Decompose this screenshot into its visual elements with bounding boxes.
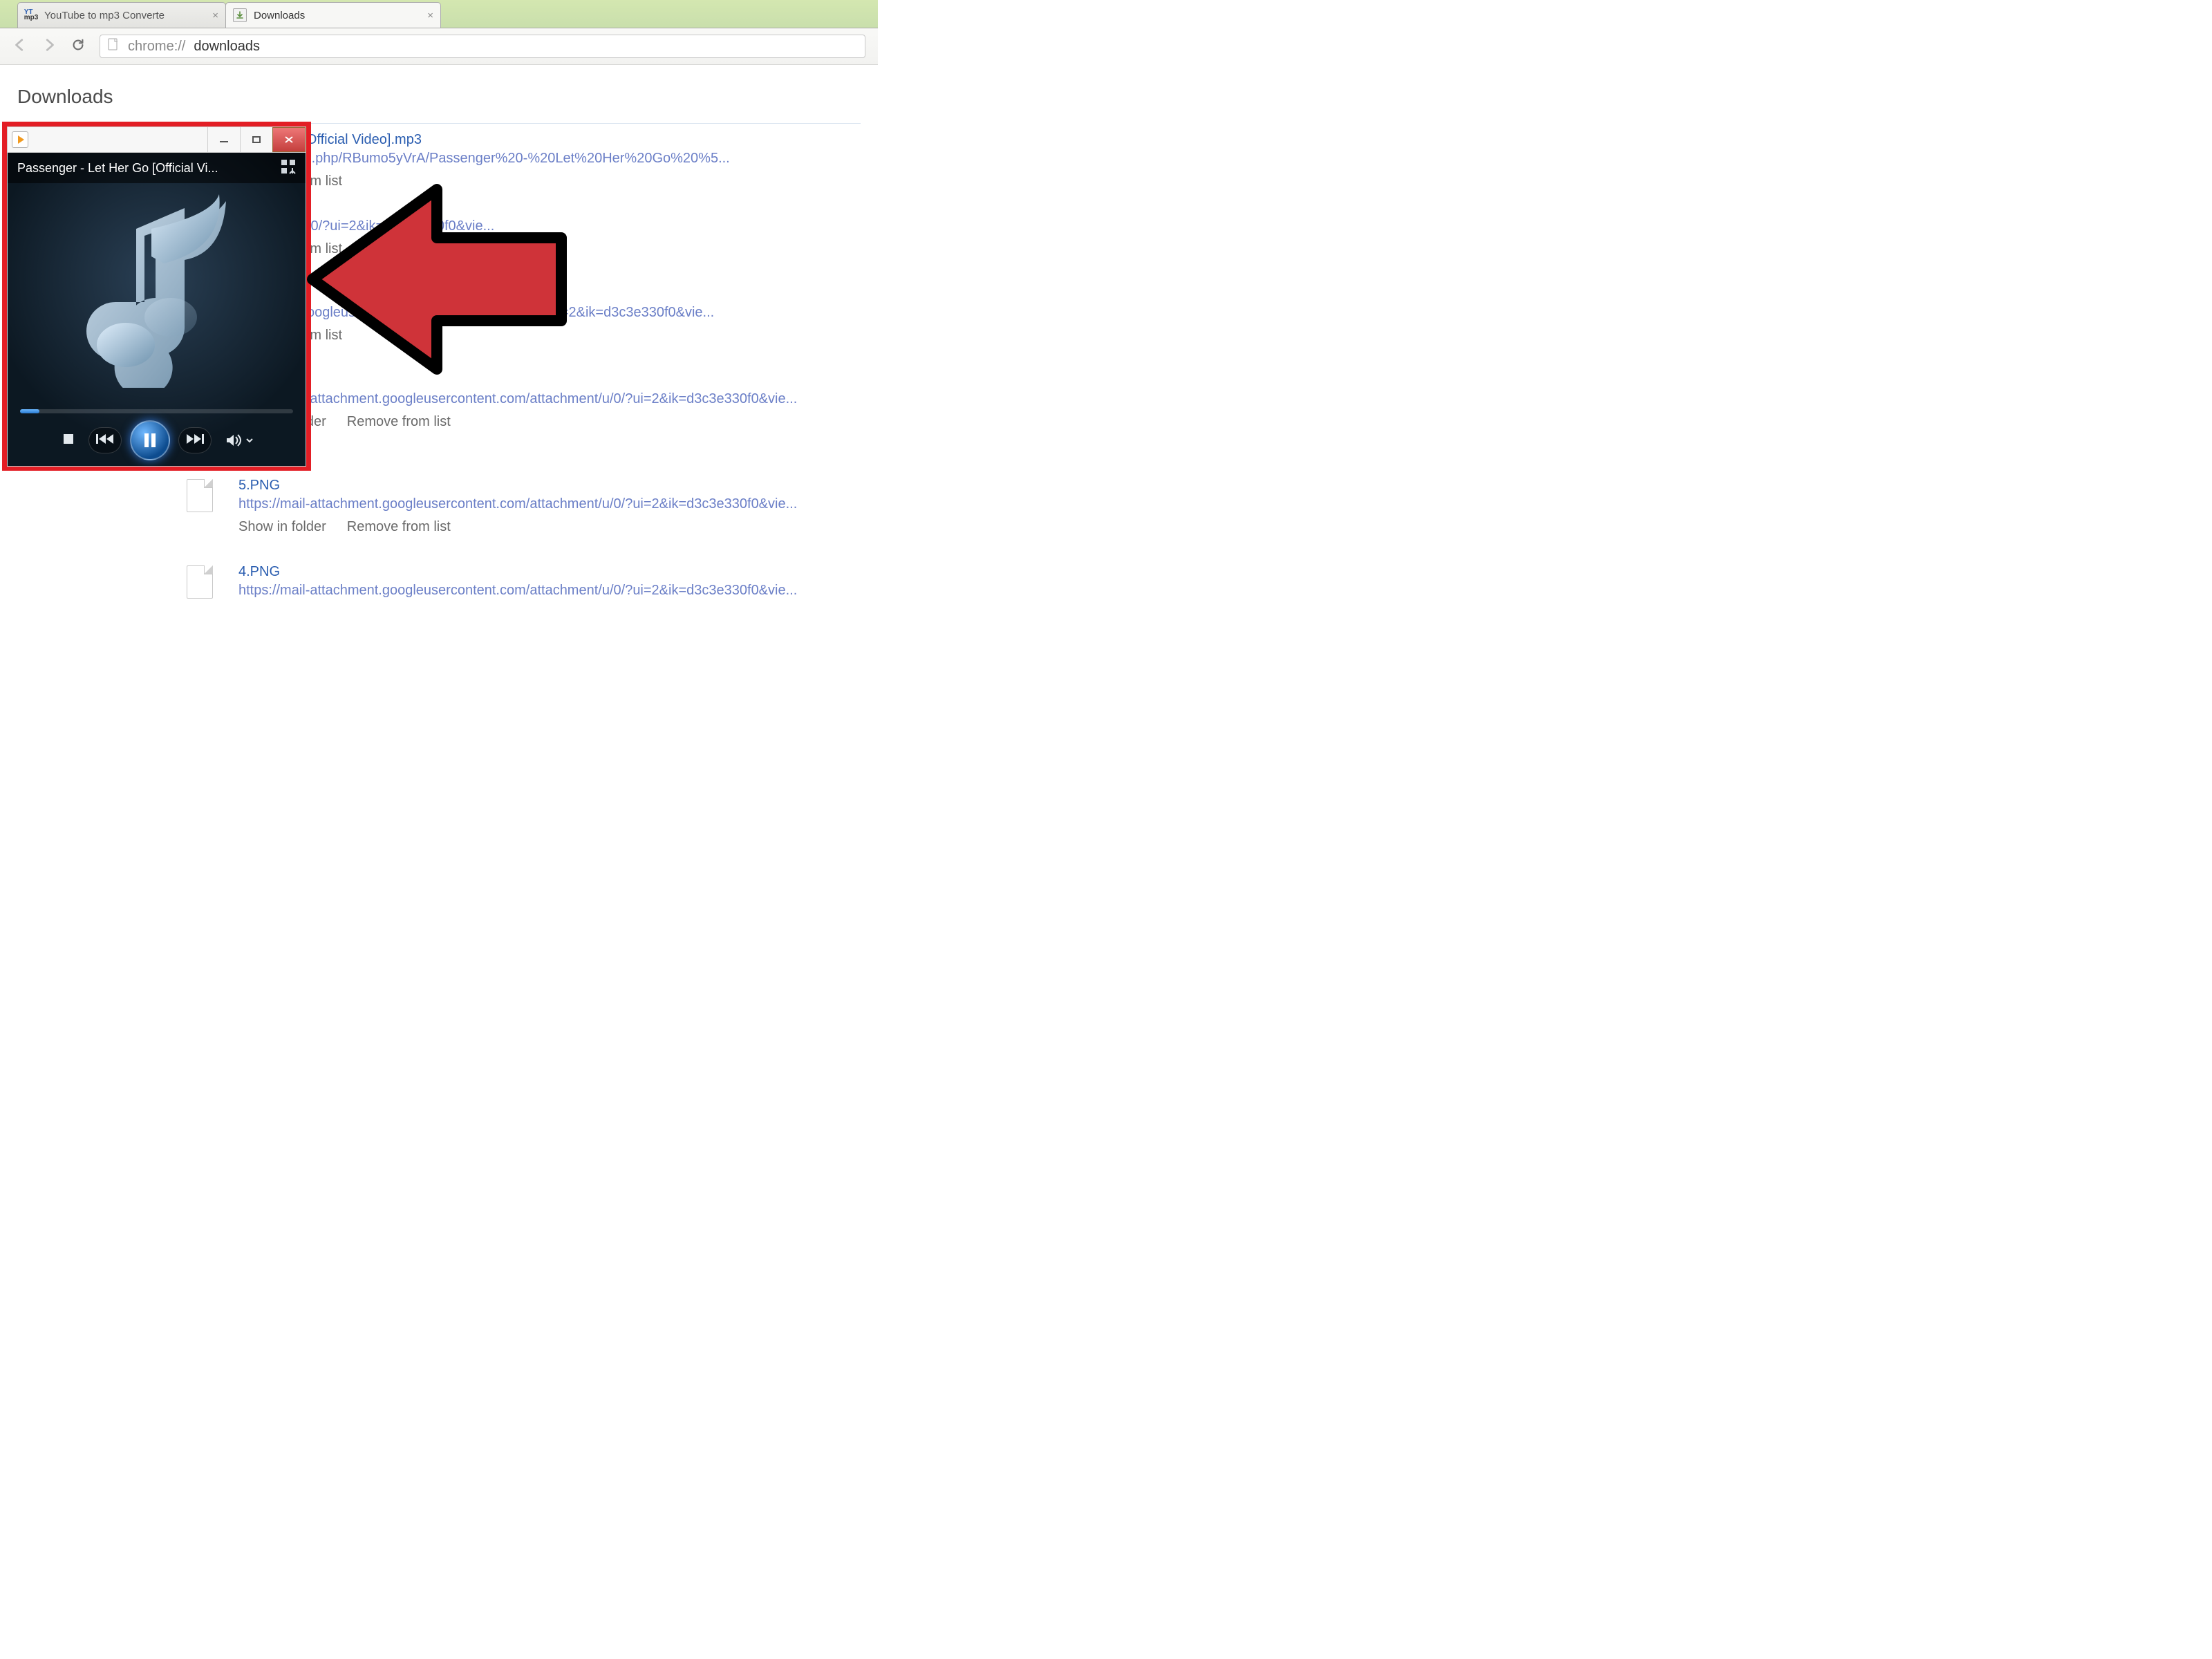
album-art-music-note-icon bbox=[67, 194, 247, 388]
download-url[interactable]: https://mail-attachment.googleuserconten… bbox=[238, 391, 797, 407]
reload-button[interactable] bbox=[71, 37, 86, 56]
media-player-titlebar[interactable] bbox=[7, 126, 306, 153]
previous-button[interactable] bbox=[96, 432, 114, 449]
show-in-folder-link[interactable]: Show in folder bbox=[238, 519, 326, 534]
tab-close-icon[interactable]: × bbox=[427, 10, 433, 21]
file-icon bbox=[187, 479, 214, 514]
address-bar[interactable]: chrome:// downloads bbox=[100, 35, 865, 58]
player-controls bbox=[8, 420, 306, 460]
tab-close-icon[interactable]: × bbox=[212, 10, 218, 21]
seek-bar[interactable] bbox=[20, 409, 293, 413]
url-prefix: chrome:// bbox=[128, 39, 185, 55]
tab-title: Downloads bbox=[254, 10, 422, 21]
now-playing-title: Passenger - Let Her Go [Official Vi... bbox=[17, 161, 218, 176]
url-page: downloads bbox=[194, 39, 260, 55]
maximize-button[interactable] bbox=[240, 127, 272, 152]
page-icon bbox=[107, 38, 120, 55]
browser-tab-bar: YTmp3 YouTube to mp3 Converte × Download… bbox=[0, 0, 878, 28]
favicon-ytmp3: YTmp3 bbox=[25, 9, 37, 21]
page-title: Downloads bbox=[17, 86, 861, 108]
remove-link[interactable]: Remove from list bbox=[347, 414, 451, 429]
download-filename[interactable]: 4.PNG bbox=[238, 564, 797, 580]
back-button[interactable] bbox=[12, 37, 28, 56]
download-url[interactable]: https://mail-attachment.googleuserconten… bbox=[238, 583, 797, 599]
chevron-down-icon bbox=[246, 437, 253, 444]
volume-control[interactable] bbox=[225, 433, 253, 447]
favicon-downloads bbox=[233, 8, 247, 22]
media-player-body: Passenger - Let Her Go [Official Vi... bbox=[7, 153, 306, 467]
download-filename[interactable]: et Her Go [Official Video].mp3 bbox=[238, 132, 730, 148]
now-playing-bar: Passenger - Let Her Go [Official Vi... bbox=[8, 153, 306, 183]
switch-view-icon[interactable] bbox=[281, 159, 296, 178]
file-icon bbox=[187, 565, 214, 600]
remove-link[interactable]: Remove from list bbox=[347, 519, 451, 534]
wmp-app-icon bbox=[12, 131, 28, 148]
minimize-button[interactable] bbox=[207, 127, 240, 152]
tab-downloads[interactable]: Downloads × bbox=[225, 2, 441, 28]
download-item: 5.PNG https://mail-attachment.googleuser… bbox=[17, 469, 861, 556]
download-url[interactable]: aclst.com/dl.php/RBumo5yVrA/Passenger%20… bbox=[238, 151, 730, 167]
next-button[interactable] bbox=[186, 432, 204, 449]
tab-title: YouTube to mp3 Converte bbox=[44, 10, 207, 21]
media-player-window[interactable]: Passenger - Let Her Go [Official Vi... bbox=[2, 122, 311, 471]
tab-youtube-converter[interactable]: YTmp3 YouTube to mp3 Converte × bbox=[17, 2, 226, 28]
play-pause-button[interactable] bbox=[130, 420, 170, 460]
browser-toolbar: chrome:// downloads bbox=[0, 28, 878, 65]
stop-button[interactable] bbox=[61, 431, 76, 450]
close-button[interactable] bbox=[272, 127, 306, 152]
forward-button[interactable] bbox=[41, 37, 57, 56]
seek-progress bbox=[20, 409, 39, 413]
download-filename[interactable]: 5.PNG bbox=[238, 478, 797, 494]
download-item: 4.PNG https://mail-attachment.googleuser… bbox=[17, 556, 861, 606]
download-url[interactable]: https://mail-attachment.googleuserconten… bbox=[238, 496, 797, 512]
